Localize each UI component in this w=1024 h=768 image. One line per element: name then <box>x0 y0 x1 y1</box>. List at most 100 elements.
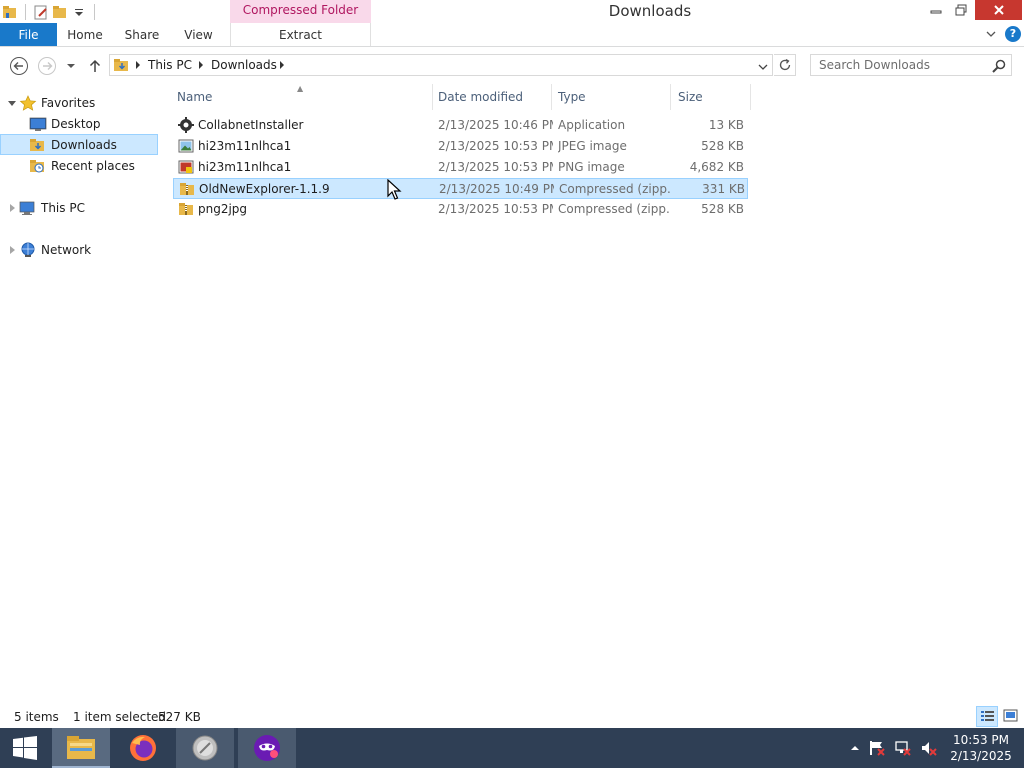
column-divider[interactable] <box>551 84 552 110</box>
column-divider[interactable] <box>432 84 433 110</box>
expand-icon[interactable] <box>10 246 15 254</box>
disc-app-icon <box>192 735 218 761</box>
refresh-button[interactable] <box>774 54 796 76</box>
details-view-button[interactable] <box>976 706 998 727</box>
help-icon[interactable]: ? <box>1005 26 1021 42</box>
close-button[interactable] <box>975 0 1022 20</box>
folder-app-icon[interactable] <box>2 4 18 20</box>
taskbar-app-generic[interactable] <box>176 728 234 768</box>
column-header-type[interactable]: Type <box>554 89 669 114</box>
computer-icon <box>19 200 37 216</box>
file-row-selected[interactable]: OldNewExplorer-1.1.9 2/13/2025 10:49 PM … <box>173 178 748 199</box>
zip-folder-icon <box>178 201 194 217</box>
breadcrumb-separator-icon[interactable] <box>136 61 140 69</box>
file-type: Compressed (zipp... <box>559 182 671 196</box>
taskbar-firefox[interactable] <box>114 728 172 768</box>
search-placeholder: Search Downloads <box>819 58 930 72</box>
toolbar-divider <box>94 3 95 20</box>
status-bar: 5 items 1 item selected 527 KB <box>0 706 1024 728</box>
collapse-icon[interactable] <box>8 101 16 106</box>
file-type: JPEG image <box>558 139 627 153</box>
column-divider[interactable] <box>670 84 671 110</box>
file-row[interactable]: CollabnetInstaller 2/13/2025 10:46 PM Ap… <box>173 115 748 136</box>
file-row[interactable]: png2jpg 2/13/2025 10:53 PM Compressed (z… <box>173 199 748 220</box>
file-size: 528 KB <box>701 139 744 153</box>
restore-icon <box>955 4 967 16</box>
tab-home[interactable]: Home <box>57 23 113 46</box>
breadcrumb-separator-icon[interactable] <box>280 61 284 69</box>
tab-view[interactable]: View <box>171 23 226 46</box>
nav-item-network[interactable]: Network <box>0 240 158 261</box>
column-header-name[interactable]: Name <box>173 89 431 114</box>
column-header-size[interactable]: Size <box>674 89 749 114</box>
title-bar[interactable]: Compressed Folder Tools Downloads <box>0 0 1024 38</box>
action-center-icon[interactable] <box>868 739 886 760</box>
firefox-icon <box>130 735 156 761</box>
nav-item-favorites[interactable]: Favorites <box>0 93 158 114</box>
file-name: hi23m11nlhca1 <box>198 160 292 174</box>
breadcrumb-separator-icon[interactable] <box>199 61 203 69</box>
start-button[interactable] <box>0 728 50 768</box>
nav-label: Network <box>41 243 92 257</box>
refresh-icon <box>779 58 790 71</box>
properties-icon[interactable] <box>33 4 49 20</box>
customize-toolbar-icon[interactable] <box>71 4 87 20</box>
nav-label: Desktop <box>51 117 101 131</box>
expand-icon[interactable] <box>10 204 15 212</box>
tab-share[interactable]: Share <box>113 23 171 46</box>
up-button[interactable] <box>84 55 106 77</box>
column-header-date-modified[interactable]: Date modified <box>434 89 550 114</box>
windows-logo-icon <box>13 736 37 760</box>
restore-button[interactable] <box>948 0 974 20</box>
nav-label: Favorites <box>41 96 96 110</box>
navigation-pane: Favorites Desktop Downloads Recent place… <box>0 88 160 698</box>
search-icon[interactable] <box>991 58 1007 74</box>
file-name: CollabnetInstaller <box>198 118 304 132</box>
column-divider[interactable] <box>750 84 751 110</box>
quick-access-toolbar <box>2 2 99 21</box>
breadcrumb-this-pc[interactable]: This PC <box>148 58 192 72</box>
network-status-icon[interactable] <box>894 739 912 760</box>
file-row[interactable]: hi23m11nlhca1 2/13/2025 10:53 PM JPEG im… <box>173 136 748 157</box>
details-view-icon <box>981 711 994 721</box>
ribbon-tabs: File Home Share View Extract ? <box>0 23 1024 47</box>
search-input[interactable]: Search Downloads <box>810 54 1012 76</box>
file-type: PNG image <box>558 160 625 174</box>
file-date-modified: 2/13/2025 10:53 PM <box>438 139 553 153</box>
selection-count: 1 item selected <box>73 710 167 724</box>
explorer-window: Compressed Folder Tools Downloads File H… <box>0 0 1024 728</box>
taskbar-app-mask[interactable] <box>238 728 296 768</box>
tab-file[interactable]: File <box>0 23 57 46</box>
forward-arrow-icon <box>38 57 56 75</box>
selection-size: 527 KB <box>158 710 201 724</box>
chevron-down-icon <box>67 64 75 68</box>
jpeg-image-icon <box>178 138 194 154</box>
item-count: 5 items <box>14 710 59 724</box>
large-icons-view-button[interactable] <box>1000 706 1022 727</box>
address-history-dropdown-icon[interactable] <box>758 61 768 75</box>
clock-time: 10:53 PM <box>953 733 1009 747</box>
nav-item-downloads[interactable]: Downloads <box>0 134 158 155</box>
new-folder-icon[interactable] <box>52 4 68 20</box>
close-icon <box>993 5 1004 15</box>
forward-button[interactable] <box>36 55 58 77</box>
expand-ribbon-icon[interactable] <box>984 27 998 41</box>
taskbar-file-explorer[interactable] <box>52 728 110 768</box>
nav-label: Downloads <box>51 138 117 152</box>
recent-locations-button[interactable] <box>63 55 79 77</box>
address-bar[interactable]: This PC Downloads <box>109 54 773 76</box>
taskbar-clock[interactable]: 10:53 PM 2/13/2025 <box>946 732 1016 764</box>
nav-item-desktop[interactable]: Desktop <box>0 114 158 135</box>
zip-folder-icon <box>179 181 195 197</box>
nav-item-this-pc[interactable]: This PC <box>0 198 158 219</box>
show-hidden-icons-icon[interactable] <box>850 742 860 756</box>
tab-extract[interactable]: Extract <box>230 23 371 46</box>
back-button[interactable] <box>8 55 30 77</box>
nav-item-recent-places[interactable]: Recent places <box>0 156 158 177</box>
clock-date: 2/13/2025 <box>950 749 1012 763</box>
file-row[interactable]: hi23m11nlhca1 2/13/2025 10:53 PM PNG ima… <box>173 157 748 178</box>
volume-muted-icon[interactable] <box>920 739 938 760</box>
minimize-button[interactable] <box>924 0 947 20</box>
nav-label: Recent places <box>51 159 135 173</box>
breadcrumb-downloads[interactable]: Downloads <box>211 58 277 72</box>
